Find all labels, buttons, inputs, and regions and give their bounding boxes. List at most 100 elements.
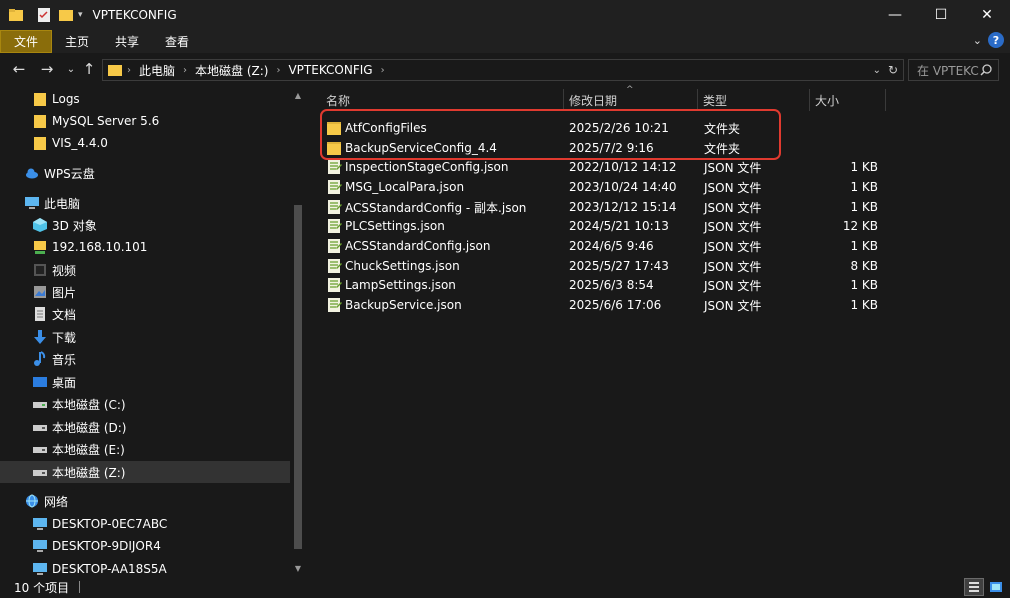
sidebar-item-label: 文档 bbox=[52, 307, 77, 322]
file-date: 2025/5/27 17:43 bbox=[569, 259, 669, 273]
recent-dropdown-icon[interactable]: ⌄ bbox=[62, 60, 80, 78]
maximize-button[interactable]: ☐ bbox=[918, 0, 964, 30]
file-size: 1 KB bbox=[850, 239, 878, 253]
sidebar-item-wps-cloud[interactable]: WPS云盘 bbox=[0, 162, 290, 184]
help-icon[interactable]: ? bbox=[988, 32, 1004, 48]
breadcrumb-separator-icon: › bbox=[183, 64, 188, 76]
sidebar-item-downloads[interactable]: 下载 bbox=[0, 326, 290, 348]
scroll-down-icon[interactable]: ▼ bbox=[293, 563, 303, 573]
sidebar-item-vis[interactable]: VIS_4.4.0 bbox=[0, 132, 290, 154]
table-row[interactable]: PLCSettings.json 2024/5/21 10:13 JSON 文件… bbox=[320, 216, 880, 236]
table-row[interactable]: BackupService.json 2025/6/6 17:06 JSON 文… bbox=[320, 295, 880, 315]
search-box[interactable]: 在 VPTEKCONFIG 中搜索 bbox=[908, 59, 999, 81]
address-dropdown-icon[interactable]: ⌄ bbox=[873, 65, 881, 76]
sidebar-item-desktop-0ec7abc[interactable]: DESKTOP-0EC7ABC bbox=[0, 513, 290, 535]
sidebar-item-drive-z[interactable]: 本地磁盘 (Z:) bbox=[0, 461, 290, 483]
sidebar-item-videos[interactable]: 视频 bbox=[0, 259, 290, 281]
sidebar-item-mysql[interactable]: MySQL Server 5.6 bbox=[0, 110, 290, 132]
sidebar-item-music[interactable]: 音乐 bbox=[0, 348, 290, 370]
details-view-button[interactable] bbox=[964, 578, 984, 596]
file-name: ChuckSettings.json bbox=[345, 259, 460, 273]
music-icon bbox=[34, 351, 46, 366]
tab-share[interactable]: 共享 bbox=[102, 30, 152, 53]
sidebar-item-label: 视频 bbox=[52, 263, 77, 278]
close-button[interactable]: ✕ bbox=[964, 0, 1010, 30]
computer-icon bbox=[33, 540, 47, 552]
sidebar-item-desktop[interactable]: 桌面 bbox=[0, 371, 290, 393]
file-date: 2025/6/6 17:06 bbox=[569, 298, 662, 312]
breadcrumb-this-pc[interactable]: 此电脑 bbox=[135, 62, 179, 79]
drive-icon bbox=[33, 447, 47, 453]
picture-icon bbox=[34, 286, 46, 298]
file-list: 名称 修改日期 ^ 类型 大小 AtfConfigFiles 2025/2/26… bbox=[306, 85, 1010, 576]
sidebar-item-label: 桌面 bbox=[52, 375, 77, 390]
tab-file[interactable]: 文件 bbox=[0, 30, 53, 53]
sidebar-item-desktop-aa18s5a[interactable]: DESKTOP-AA18S5A bbox=[0, 558, 290, 576]
sidebar-item-network[interactable]: 网络 bbox=[0, 490, 290, 512]
file-date: 2024/6/5 9:46 bbox=[569, 239, 654, 253]
file-date: 2023/12/12 15:14 bbox=[569, 200, 677, 214]
up-arrow-icon[interactable]: ↑ bbox=[80, 60, 98, 78]
table-row[interactable]: InspectionStageConfig.json 2022/10/12 14… bbox=[320, 157, 880, 177]
back-arrow-icon[interactable]: ← bbox=[10, 60, 28, 78]
sidebar-item-label: 网络 bbox=[44, 494, 69, 509]
sidebar-item-network-drive[interactable]: 192.168.10.101 bbox=[0, 236, 290, 258]
minimize-button[interactable]: — bbox=[872, 0, 918, 30]
drive-icon bbox=[33, 402, 47, 408]
sidebar-scrollbar[interactable]: ▲ ▼ bbox=[290, 87, 306, 576]
json-file-icon bbox=[328, 219, 342, 233]
sidebar-item-desktop-9dijor4[interactable]: DESKTOP-9DIJOR4 bbox=[0, 535, 290, 557]
table-row[interactable]: MSG_LocalPara.json 2023/10/24 14:40 JSON… bbox=[320, 177, 880, 197]
sidebar-item-label: DESKTOP-9DIJOR4 bbox=[52, 539, 161, 553]
sidebar-item-this-pc[interactable]: 此电脑 bbox=[0, 192, 290, 214]
window-controls: — ☐ ✕ bbox=[872, 0, 1010, 30]
file-name: PLCSettings.json bbox=[345, 219, 445, 233]
refresh-icon[interactable]: ↻ bbox=[888, 63, 898, 77]
file-type: JSON 文件 bbox=[704, 298, 762, 313]
json-file-icon bbox=[328, 298, 342, 312]
folder-icon bbox=[34, 93, 46, 106]
file-date: 2025/6/3 8:54 bbox=[569, 278, 654, 292]
title-bar: ▾ VPTEKCONFIG — ☐ ✕ bbox=[0, 0, 1010, 30]
sidebar-item-documents[interactable]: 文档 bbox=[0, 303, 290, 325]
qa-dropdown-icon[interactable]: ▾ bbox=[78, 10, 83, 20]
new-folder-icon[interactable] bbox=[58, 7, 74, 23]
scroll-up-icon[interactable]: ▲ bbox=[293, 90, 303, 100]
tab-view[interactable]: 查看 bbox=[152, 30, 202, 53]
sidebar-item-logs[interactable]: Logs bbox=[0, 88, 290, 110]
sidebar-item-pictures[interactable]: 图片 bbox=[0, 281, 290, 303]
address-bar[interactable]: › 此电脑 › 本地磁盘 (Z:) › VPTEKCONFIG › ⌄ ↻ bbox=[102, 59, 904, 81]
folder-icon bbox=[34, 137, 46, 150]
sidebar-item-label: 本地磁盘 (Z:) bbox=[52, 465, 126, 480]
json-file-icon bbox=[328, 180, 342, 194]
download-icon bbox=[34, 330, 46, 344]
properties-icon[interactable] bbox=[36, 7, 52, 23]
folder-icon bbox=[9, 9, 23, 21]
sidebar-item-drive-c[interactable]: 本地磁盘 (C:) bbox=[0, 393, 290, 415]
drive-icon bbox=[33, 470, 47, 476]
expand-ribbon-icon[interactable]: ⌄ bbox=[973, 34, 982, 47]
computer-icon bbox=[33, 518, 47, 530]
table-row[interactable]: ACSStandardConfig - 副本.json 2023/12/12 1… bbox=[320, 197, 880, 217]
sidebar-item-drive-e[interactable]: 本地磁盘 (E:) bbox=[0, 438, 290, 460]
table-row[interactable]: LampSettings.json 2025/6/3 8:54 JSON 文件 … bbox=[320, 275, 880, 295]
file-name: BackupService.json bbox=[345, 298, 462, 312]
file-name: InspectionStageConfig.json bbox=[345, 160, 509, 174]
table-row[interactable]: ACSStandardConfig.json 2024/6/5 9:46 JSO… bbox=[320, 236, 880, 256]
breadcrumb-separator-icon: › bbox=[380, 64, 385, 76]
sidebar-item-label: MySQL Server 5.6 bbox=[52, 114, 160, 128]
breadcrumb-separator-icon: › bbox=[127, 64, 131, 76]
search-icon[interactable] bbox=[980, 64, 992, 76]
status-bar: 10 个项目 bbox=[0, 576, 1010, 598]
column-size[interactable]: 大小 bbox=[809, 87, 885, 113]
scrollbar-thumb[interactable] bbox=[294, 205, 302, 549]
sidebar-item-drive-d[interactable]: 本地磁盘 (D:) bbox=[0, 416, 290, 438]
breadcrumb-vptekconfig[interactable]: VPTEKCONFIG bbox=[284, 63, 376, 77]
forward-arrow-icon[interactable]: → bbox=[38, 60, 56, 78]
tab-home[interactable]: 主页 bbox=[52, 30, 102, 53]
column-divider[interactable] bbox=[885, 89, 886, 111]
large-icons-view-button[interactable] bbox=[986, 578, 1006, 596]
sidebar-item-3d-objects[interactable]: 3D 对象 bbox=[0, 214, 290, 236]
breadcrumb-drive-z[interactable]: 本地磁盘 (Z:) bbox=[191, 62, 272, 79]
table-row[interactable]: ChuckSettings.json 2025/5/27 17:43 JSON … bbox=[320, 256, 880, 276]
